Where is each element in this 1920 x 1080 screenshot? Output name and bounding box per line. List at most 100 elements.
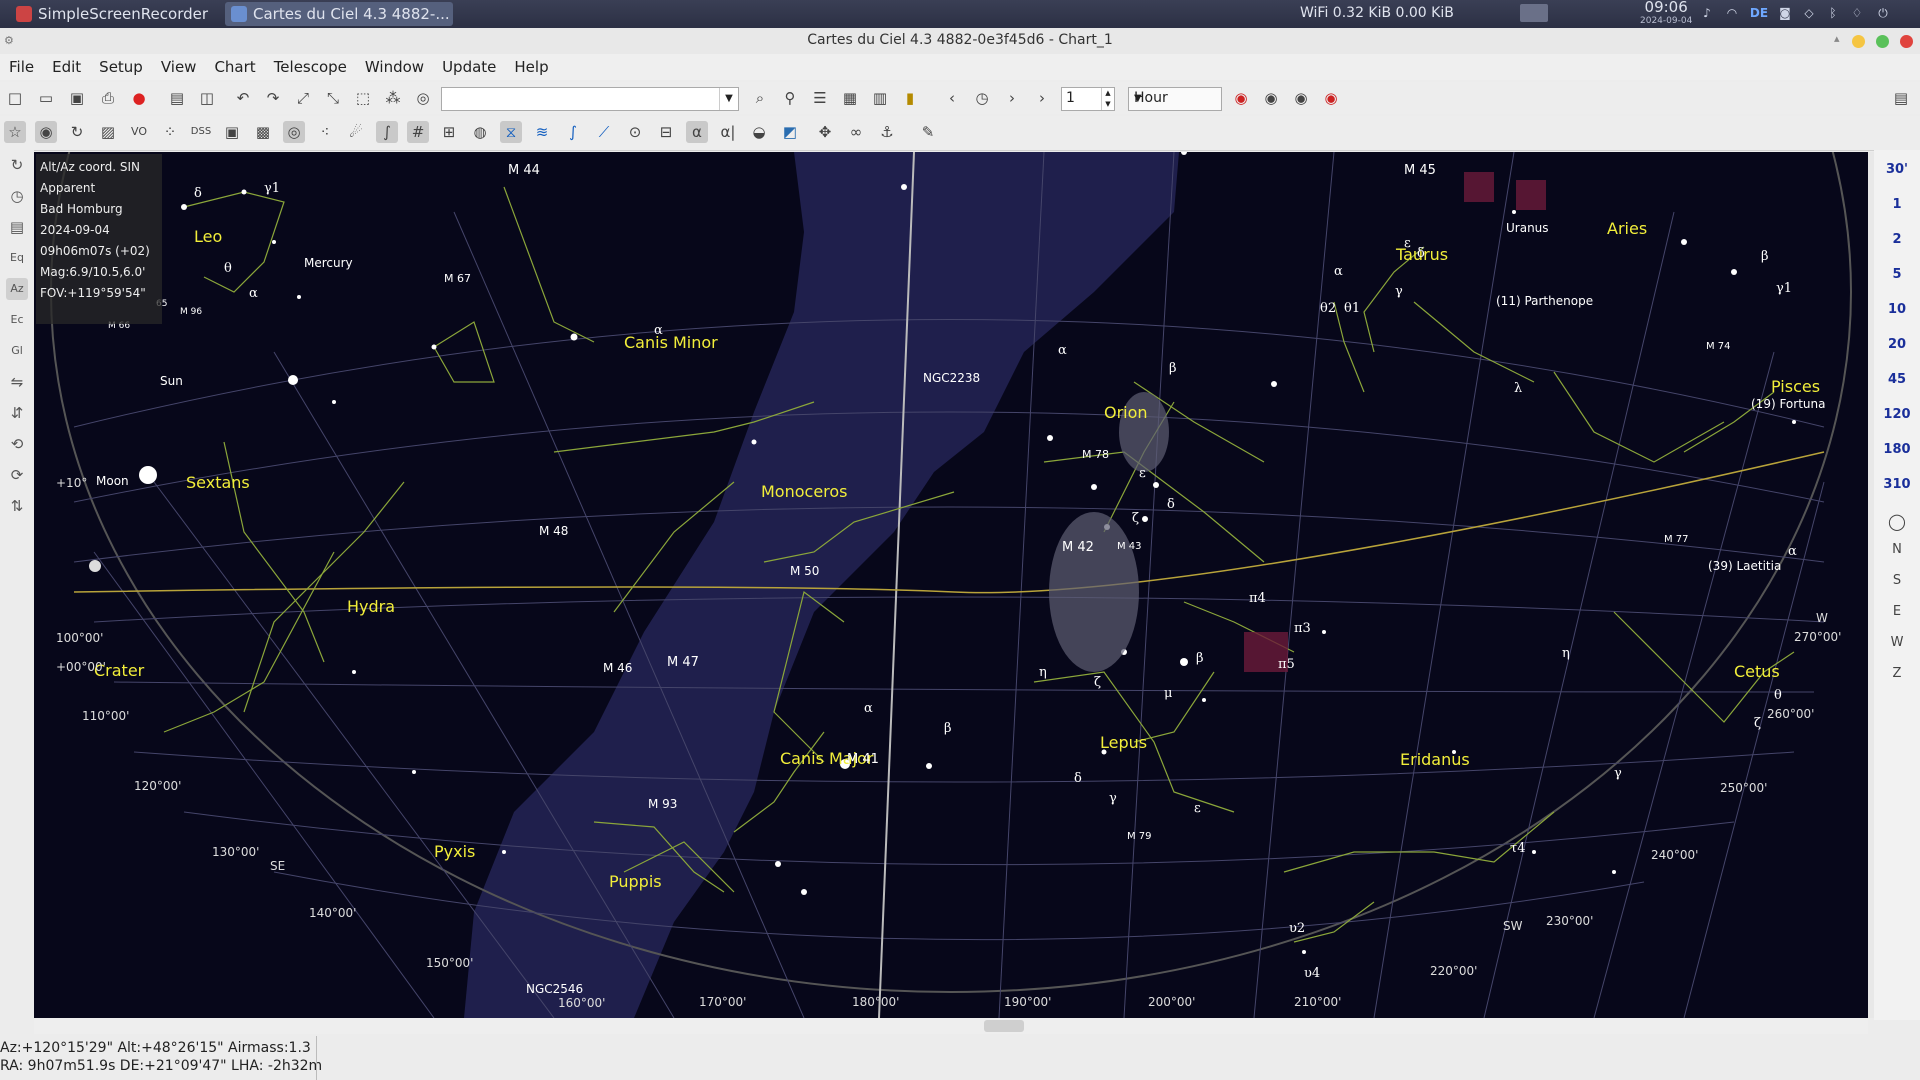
fov-button[interactable]: 5	[1874, 267, 1920, 282]
select-area-icon[interactable]: ⬚	[352, 87, 374, 109]
menu-edit[interactable]: Edit	[43, 54, 90, 80]
taskbar-item-screenrecorder[interactable]: SimpleScreenRecorder	[10, 2, 243, 26]
ecliptic-mode-icon[interactable]: Ec	[6, 309, 28, 331]
animation-icon[interactable]: ▮	[899, 87, 921, 109]
fov-button[interactable]: 310	[1874, 477, 1920, 492]
menu-window[interactable]: Window	[356, 54, 433, 80]
window-menu-icon[interactable]: ⚙	[4, 34, 14, 47]
telescope-sync-icon[interactable]: ◉	[1290, 87, 1312, 109]
power-icon[interactable]: ⏻	[1876, 6, 1890, 20]
constellation-line-icon[interactable]: ∫	[376, 121, 398, 143]
sky-chart[interactable]: Leo Canis Minor Sextans Monoceros Hydra …	[34, 152, 1868, 1018]
tile-windows-icon[interactable]: ▤	[166, 87, 188, 109]
volume-icon[interactable]: ♪	[1700, 6, 1714, 20]
boundary-icon[interactable]: ∫	[562, 121, 584, 143]
menu-update[interactable]: Update	[433, 54, 505, 80]
zoom-out-icon[interactable]: ⤡	[322, 87, 344, 109]
close-button[interactable]	[1900, 35, 1913, 48]
picture-icon[interactable]: ▣	[221, 121, 243, 143]
rotate-icon[interactable]: ↻	[6, 154, 28, 176]
catalog-icon[interactable]: ⁘	[159, 121, 181, 143]
fov-button[interactable]: 1	[1874, 197, 1920, 212]
grid-icon[interactable]: #	[407, 121, 429, 143]
image-icon[interactable]: ▨	[97, 121, 119, 143]
time-forward-icon[interactable]: ›	[1001, 87, 1023, 109]
taskbar-item-cartes-du-ciel[interactable]: Cartes du Ciel 4.3 4882-...	[225, 2, 453, 26]
menu-setup[interactable]: Setup	[90, 54, 152, 80]
location-pin-icon[interactable]: ●	[128, 87, 150, 109]
color-icon[interactable]: ◩	[779, 121, 801, 143]
target-icon[interactable]: ◎	[412, 87, 434, 109]
fov-button[interactable]: 30'	[1874, 162, 1920, 177]
menu-file[interactable]: File	[0, 54, 43, 80]
search-icon[interactable]: ⌕	[749, 87, 771, 109]
north-button[interactable]: N	[1874, 542, 1920, 557]
zenith-circle-icon[interactable]: ◯	[1874, 512, 1920, 531]
list-icon[interactable]: ☰	[809, 87, 831, 109]
calendar-list-icon[interactable]: ▦	[839, 87, 861, 109]
telescope-connect-icon[interactable]: ◉	[1230, 87, 1252, 109]
lines-icon[interactable]: ⟋	[593, 121, 615, 143]
fov-button[interactable]: 2	[1874, 232, 1920, 247]
new-chart-icon[interactable]: □	[4, 87, 26, 109]
eq-grid-icon[interactable]: ⊞	[438, 121, 460, 143]
galactic-mode-icon[interactable]: Gl	[6, 340, 28, 362]
menu-view[interactable]: View	[152, 54, 206, 80]
calendar-icon[interactable]: ▥	[869, 87, 891, 109]
bullseye-icon[interactable]: ◎	[283, 121, 305, 143]
ground-icon[interactable]: ◒	[748, 121, 770, 143]
telescope-abort-icon[interactable]: ◉	[1320, 87, 1342, 109]
clock-icon[interactable]: ◷	[6, 185, 28, 207]
south-button[interactable]: S	[1874, 573, 1920, 588]
keyboard-layout[interactable]: DE	[1748, 6, 1770, 20]
spin-arrows-icon[interactable]: ▲ ▼	[1101, 88, 1114, 110]
altaz-mode-icon[interactable]: Az	[6, 278, 28, 300]
fov-button[interactable]: 20	[1874, 337, 1920, 352]
asteroid-icon[interactable]: ⁖	[314, 121, 336, 143]
scale-bar-icon[interactable]: ⊟	[655, 121, 677, 143]
marker-icon[interactable]: ⚲	[779, 87, 801, 109]
move-icon[interactable]: ✥	[814, 121, 836, 143]
rotate-right-icon[interactable]: ⟳	[6, 464, 28, 486]
notification-icon[interactable]: ♢	[1850, 6, 1864, 20]
window-titlebar[interactable]: Cartes du Ciel 4.3 4882-0e3f45d6 - Chart…	[0, 28, 1920, 55]
anchor-icon[interactable]: ⚓	[876, 121, 898, 143]
menu-help[interactable]: Help	[505, 54, 557, 80]
telescope-slew-icon[interactable]: ◉	[1260, 87, 1282, 109]
time-step-forward-icon[interactable]: ›	[1031, 87, 1053, 109]
camera-icon[interactable]: ◙	[1778, 6, 1792, 20]
scroll-thumb[interactable]	[984, 1020, 1024, 1032]
binocular-icon[interactable]: ∞	[845, 121, 867, 143]
keep-above-icon[interactable]: ▴	[1834, 32, 1840, 45]
redo-icon[interactable]: ↷	[262, 87, 284, 109]
open-icon[interactable]: ▭	[35, 87, 57, 109]
fov-button[interactable]: 45	[1874, 372, 1920, 387]
nebula-icon[interactable]: ◉	[35, 121, 57, 143]
edit-icon[interactable]: ✎	[917, 121, 939, 143]
time-back-icon[interactable]: ‹	[941, 87, 963, 109]
dropbox-icon[interactable]: ◇	[1802, 6, 1816, 20]
compass-icon[interactable]: ◍	[469, 121, 491, 143]
sky-chart-canvas[interactable]: Leo Canis Minor Sextans Monoceros Hydra …	[34, 152, 1868, 1018]
time-unit-select[interactable]: Hour ▼	[1128, 87, 1222, 111]
east-button[interactable]: E	[1874, 604, 1920, 619]
save-icon[interactable]: ▣	[66, 87, 88, 109]
milky-way-icon[interactable]: ↻	[66, 121, 88, 143]
wifi-icon[interactable]: ◠	[1725, 6, 1739, 20]
list-icon[interactable]: ▤	[6, 216, 28, 238]
scale-icon[interactable]: ⁂	[382, 87, 404, 109]
altaz-grid-icon[interactable]: ⧖	[500, 121, 522, 143]
chevron-down-icon[interactable]: ▼	[719, 88, 738, 110]
clock[interactable]: 09:06 2024-09-04	[1640, 0, 1692, 28]
label-text-icon[interactable]: α|	[717, 121, 739, 143]
toolbar-toggle-icon[interactable]: ▤	[1890, 87, 1912, 109]
circle-icon[interactable]: ⊙	[624, 121, 646, 143]
label-greek-icon[interactable]: α	[686, 121, 708, 143]
zenith-button[interactable]: Z	[1874, 666, 1920, 681]
minimize-button[interactable]	[1852, 35, 1865, 48]
monitor-icon[interactable]	[1520, 4, 1548, 22]
bluetooth-icon[interactable]: ᛒ	[1826, 6, 1840, 20]
print-icon[interactable]: ⎙	[97, 87, 119, 109]
vo-button[interactable]: VO	[128, 121, 150, 143]
split-windows-icon[interactable]: ◫	[196, 87, 218, 109]
